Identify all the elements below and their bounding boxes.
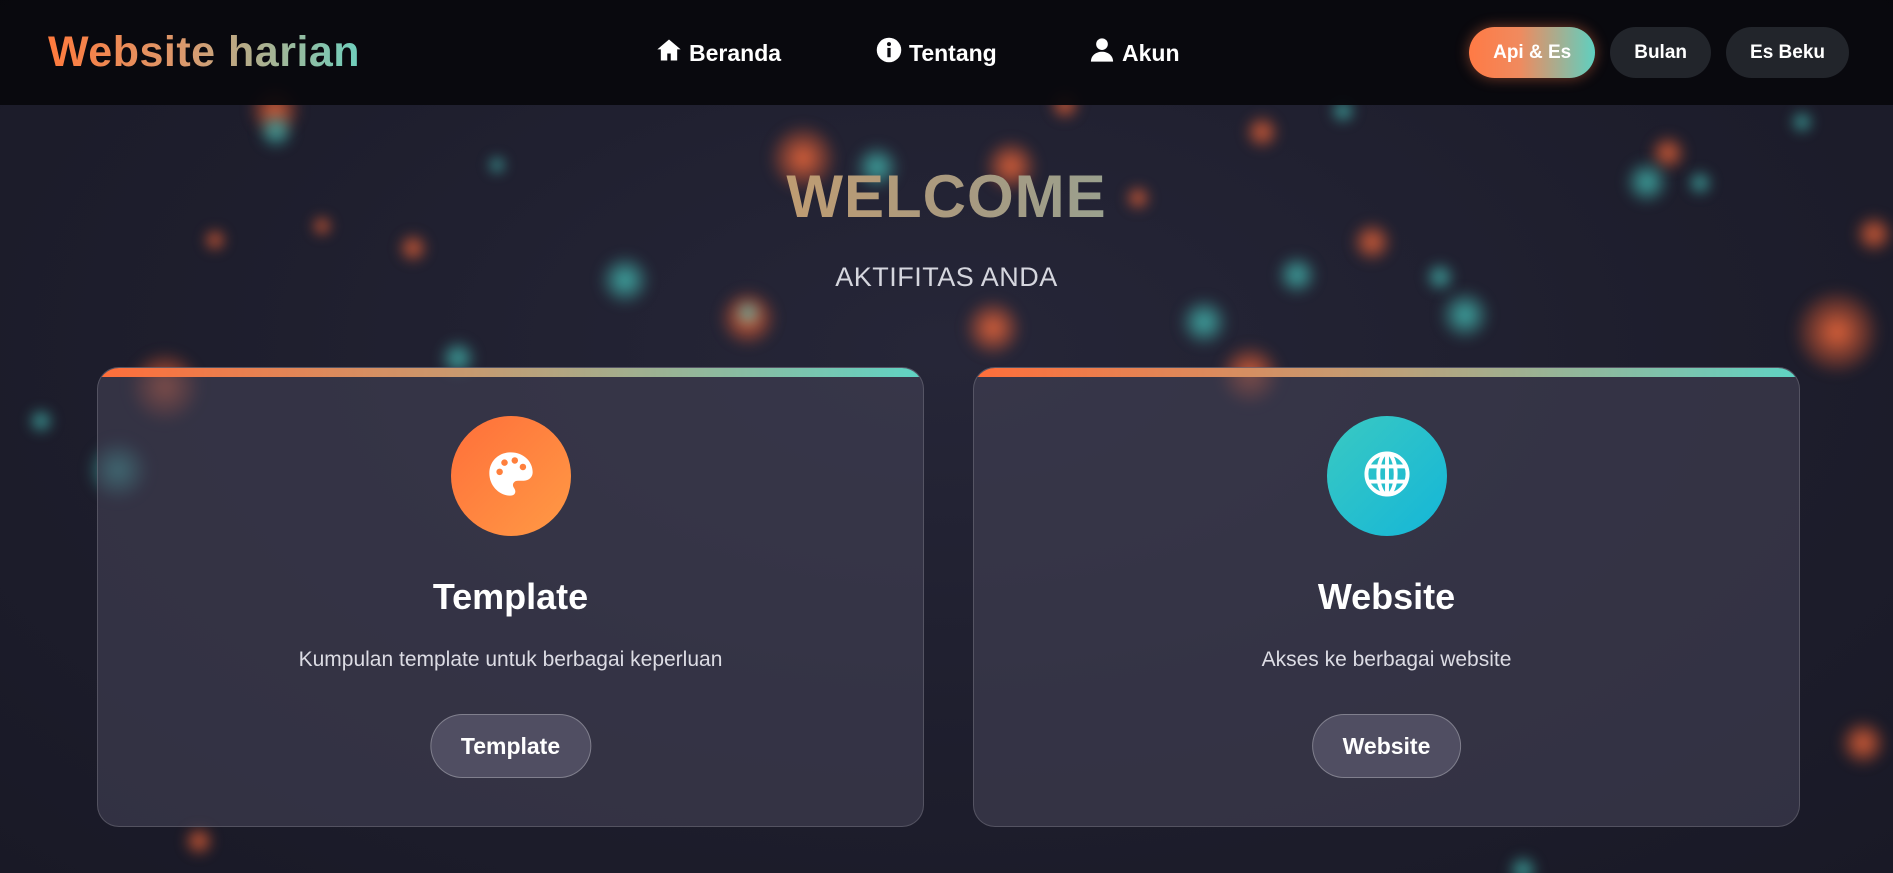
card-description: Kumpulan template untuk berbagai keperlu… bbox=[298, 648, 723, 671]
site-logo-text[interactable]: Website harian bbox=[48, 28, 360, 77]
card-icon-badge bbox=[1326, 416, 1447, 536]
hero-title: WELCOME bbox=[786, 163, 1107, 230]
page: Website harian Beranda Tentang Akun Api … bbox=[0, 0, 1893, 873]
nav-link-tentang[interactable]: Tentang bbox=[875, 36, 997, 70]
navbar: Website harian Beranda Tentang Akun Api … bbox=[0, 0, 1893, 105]
website-button[interactable]: Website bbox=[1311, 714, 1462, 778]
nav-link-beranda[interactable]: Beranda bbox=[655, 36, 781, 70]
theme-button-es-beku[interactable]: Es Beku bbox=[1726, 27, 1849, 78]
info-icon bbox=[875, 36, 903, 70]
nav-link-label: Akun bbox=[1122, 39, 1180, 66]
user-icon bbox=[1088, 36, 1116, 70]
nav-link-akun[interactable]: Akun bbox=[1088, 36, 1180, 70]
theme-switcher: Api & Es Bulan Es Beku bbox=[1469, 27, 1849, 78]
card-title: Website bbox=[1317, 576, 1456, 617]
card-icon-badge bbox=[450, 416, 571, 536]
card-description: Akses ke berbagai website bbox=[1261, 648, 1512, 671]
home-icon bbox=[655, 36, 683, 70]
card-website: Website Akses ke berbagai website Websit… bbox=[973, 367, 1800, 827]
hero-subtitle: AKTIFITAS ANDA bbox=[835, 262, 1058, 292]
card-accent-bar bbox=[974, 368, 1799, 377]
nav-link-label: Tentang bbox=[909, 39, 997, 66]
nav-link-label: Beranda bbox=[689, 39, 782, 66]
template-button[interactable]: Template bbox=[429, 714, 592, 778]
palette-icon bbox=[485, 448, 537, 505]
theme-button-bulan[interactable]: Bulan bbox=[1610, 27, 1712, 78]
card-title: Template bbox=[432, 576, 589, 617]
card-accent-bar bbox=[98, 368, 923, 377]
card-template: Template Kumpulan template untuk berbaga… bbox=[97, 367, 924, 827]
globe-icon bbox=[1361, 448, 1413, 505]
theme-button-api-es[interactable]: Api & Es bbox=[1469, 27, 1596, 78]
